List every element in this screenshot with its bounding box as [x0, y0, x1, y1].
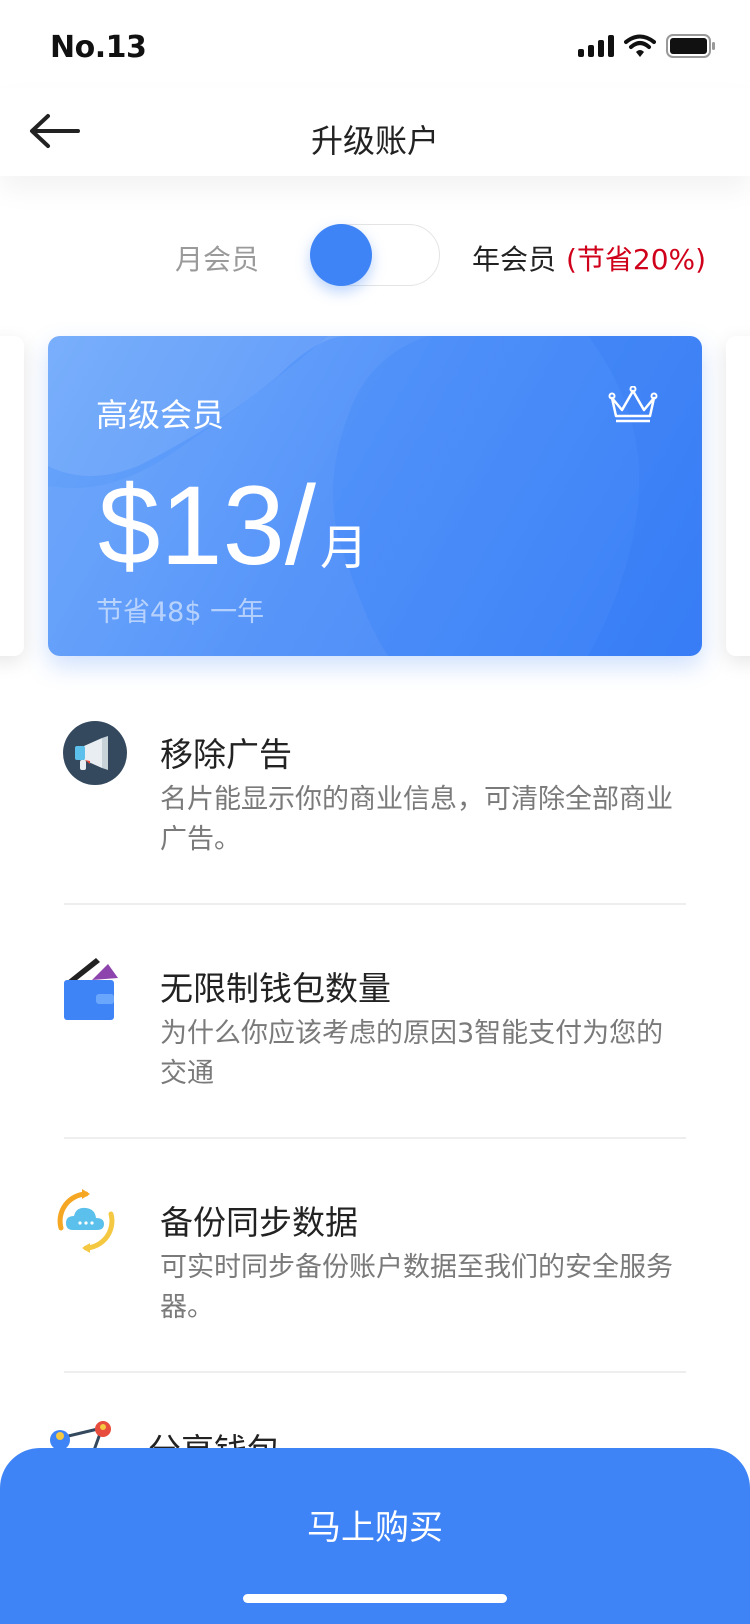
price-unit: 月 [319, 522, 368, 575]
yearly-plan-label[interactable]: 年会员 [472, 238, 556, 278]
buy-now-button[interactable]: 马上购买 [0, 1448, 750, 1624]
feature-description: 可实时同步备份账户数据至我们的安全服务器。 [160, 1252, 673, 1323]
feature-title: 备份同步数据 [160, 1203, 358, 1242]
premium-plan-card[interactable]: 高级会员 $13/月 节省48$ 一年 [48, 336, 702, 656]
wifi-icon [624, 34, 656, 57]
price-amount: $13/ [98, 463, 316, 588]
status-bar: No.13 [0, 0, 750, 100]
home-indicator[interactable] [243, 1594, 507, 1603]
plan-title: 高级会员 [96, 396, 225, 434]
divider [64, 1137, 686, 1139]
yearly-savings-label: (节省20%) [566, 243, 707, 276]
feature-description: 为什么你应该考虑的原因3智能支付为您的交通 [160, 1018, 664, 1089]
next-plan-card[interactable] [726, 336, 750, 656]
previous-plan-card[interactable] [0, 336, 24, 656]
monthly-plan-label[interactable]: 月会员 [175, 238, 259, 278]
battery-icon [666, 34, 715, 58]
signal-icon [578, 35, 614, 57]
status-icons [578, 34, 716, 58]
megaphone-icon [63, 721, 127, 785]
crown-icon [608, 386, 658, 423]
buy-now-label: 马上购买 [307, 1508, 443, 1548]
plan-savings-note: 节省48$ 一年 [96, 597, 265, 628]
plan-toggle: 月会员 年会员 (节省20%) [0, 220, 750, 290]
wallet-icon [64, 958, 118, 1020]
carrier-label: No.13 [50, 30, 147, 65]
divider [64, 903, 686, 905]
switch-knob[interactable] [310, 224, 372, 286]
feature-title: 移除广告 [160, 735, 292, 774]
nav-bar: 升级账户 [0, 88, 750, 176]
divider [64, 1371, 686, 1373]
page-title: 升级账户 [310, 122, 439, 160]
feature-title: 无限制钱包数量 [160, 969, 391, 1008]
feature-description: 名片能显示你的商业信息，可清除全部商业广告。 [160, 784, 673, 855]
plan-price: $13/月 [98, 470, 368, 582]
cloud-sync-icon [57, 1189, 115, 1253]
plan-switch[interactable] [310, 224, 440, 286]
